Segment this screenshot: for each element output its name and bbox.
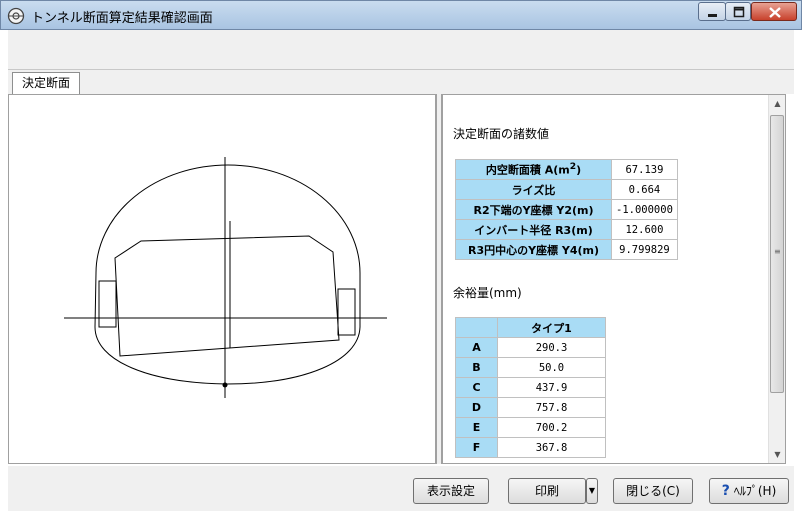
right-box <box>337 288 356 336</box>
table-row: A 290.3 <box>455 337 606 358</box>
margin-value: 437.9 <box>497 377 606 398</box>
table-row: C 437.9 <box>455 377 606 398</box>
corner-cell <box>455 317 498 338</box>
vertical-scrollbar[interactable]: ▲ ≡ ▼ <box>768 95 785 463</box>
scroll-down-arrow-icon[interactable]: ▼ <box>769 446 785 463</box>
table-row: R3円中心のY座標 Y4(m) 9.799829 <box>455 239 678 260</box>
prop-value: 0.664 <box>611 179 678 200</box>
help-button[interactable]: ? ﾍﾙﾌﾟ(H) <box>709 478 789 504</box>
print-button[interactable]: 印刷 <box>508 478 586 504</box>
center-point <box>222 382 228 388</box>
minimize-button[interactable] <box>698 2 726 21</box>
scroll-up-arrow-icon[interactable]: ▲ <box>769 95 785 112</box>
prop-label: 内空断面積 A(m2) <box>455 159 612 180</box>
row-label: F <box>455 437 498 458</box>
row-label: A <box>455 337 498 358</box>
help-button-label: ﾍﾙﾌﾟ(H) <box>733 484 777 498</box>
table-row: F 367.8 <box>455 437 606 458</box>
tab-decision-section[interactable]: 決定断面 <box>12 72 80 94</box>
prop-value: -1.000000 <box>611 199 678 220</box>
outer-arch <box>95 164 361 274</box>
prop-label: R3円中心のY座標 Y4(m) <box>455 239 612 260</box>
prop-label: インバート半径 R3(m) <box>455 219 612 240</box>
row-label: C <box>455 377 498 398</box>
prop-value: 9.799829 <box>611 239 678 260</box>
table-row: B 50.0 <box>455 357 606 378</box>
prop-label: ライズ比 <box>455 179 612 200</box>
window-title: トンネル断面算定結果確認画面 <box>31 11 213 26</box>
prop-value: 12.600 <box>611 219 678 240</box>
close-button[interactable]: 閉じる(C) <box>613 478 693 504</box>
row-label: B <box>455 357 498 378</box>
close-window-button[interactable] <box>751 2 797 21</box>
inner-lining <box>94 272 361 385</box>
row-label: E <box>455 417 498 438</box>
table-row: E 700.2 <box>455 417 606 438</box>
margin-table: タイプ1 A 290.3 B 50.0 C 437.9 D 757.8 E 70… <box>455 317 606 458</box>
tab-strip: 決定断面 <box>8 70 794 94</box>
section-values-heading: 決定断面の諸数値 <box>453 127 550 141</box>
left-box <box>98 280 117 328</box>
title-bar: トンネル断面算定結果確認画面 <box>0 0 802 30</box>
table-row: D 757.8 <box>455 397 606 418</box>
table-header-row: タイプ1 <box>455 317 606 338</box>
info-panel: 決定断面の諸数値 内空断面積 A(m2) 67.139 ライズ比 0.664 R… <box>442 94 786 464</box>
margin-value: 290.3 <box>497 337 606 358</box>
column-header-type1: タイプ1 <box>497 317 606 338</box>
margin-heading: 余裕量(mm) <box>453 286 522 300</box>
table-row: ライズ比 0.664 <box>455 179 678 200</box>
clearance-envelope <box>114 235 340 357</box>
grip-icon: ≡ <box>774 247 781 256</box>
section-drawing-panel <box>8 94 436 464</box>
section-properties-table: 内空断面積 A(m2) 67.139 ライズ比 0.664 R2下端のY座標 Y… <box>455 159 678 260</box>
close-icon <box>769 7 781 18</box>
chevron-down-icon: ▼ <box>588 486 596 495</box>
table-row: 内空断面積 A(m2) 67.139 <box>455 159 678 180</box>
print-dropdown-button[interactable]: ▼ <box>586 478 598 504</box>
prop-value: 67.139 <box>611 159 678 180</box>
tunnel-section-drawing <box>64 157 387 398</box>
row-label: D <box>455 397 498 418</box>
scroll-thumb[interactable]: ≡ <box>770 115 784 393</box>
prop-label: R2下端のY座標 Y2(m) <box>455 199 612 220</box>
margin-value: 757.8 <box>497 397 606 418</box>
table-row: インバート半径 R3(m) 12.600 <box>455 219 678 240</box>
display-settings-button[interactable]: 表示設定 <box>413 478 489 504</box>
toolbar-area <box>8 30 794 70</box>
margin-value: 700.2 <box>497 417 606 438</box>
table-row: R2下端のY座標 Y2(m) -1.000000 <box>455 199 678 220</box>
margin-value: 50.0 <box>497 357 606 378</box>
maximize-button[interactable] <box>725 2 751 21</box>
bottom-button-bar: 表示設定 印刷 ▼ 閉じる(C) ? ﾍﾙﾌﾟ(H) <box>8 466 794 511</box>
margin-value: 367.8 <box>497 437 606 458</box>
help-question-icon: ? <box>721 483 730 499</box>
app-icon <box>7 7 25 25</box>
